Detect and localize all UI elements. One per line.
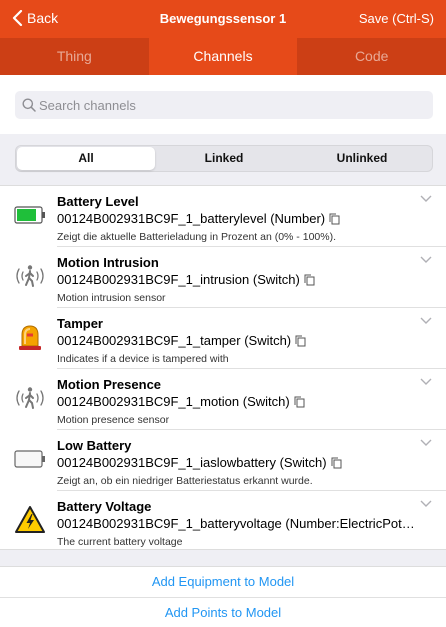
copy-icon[interactable] xyxy=(294,396,305,408)
motion-icon xyxy=(12,383,48,413)
high-voltage-icon xyxy=(12,505,48,535)
channel-title: Battery Level xyxy=(57,194,139,209)
add-points-button[interactable]: Add Points to Model xyxy=(0,597,446,627)
chevron-down-icon[interactable] xyxy=(420,500,432,508)
copy-icon[interactable] xyxy=(329,213,340,225)
list-item[interactable]: Motion Presence 00124B002931BC9F_1_motio… xyxy=(0,369,446,430)
channel-uid-text: 00124B002931BC9F_1_batterylevel (Number) xyxy=(57,211,326,226)
list-item[interactable]: Battery Voltage 00124B002931BC9F_1_batte… xyxy=(0,491,446,552)
channel-filter: All Linked Unlinked xyxy=(15,145,433,172)
filter-linked-button[interactable]: Linked xyxy=(155,147,293,170)
copy-icon[interactable] xyxy=(295,335,306,347)
channel-uid-text: 00124B002931BC9F_1_motion (Switch) xyxy=(57,394,290,409)
channel-title: Battery Voltage xyxy=(57,499,152,514)
list-item[interactable]: Battery Level 00124B002931BC9F_1_battery… xyxy=(0,186,446,247)
channel-title: Motion Intrusion xyxy=(57,255,159,270)
channel-title: Low Battery xyxy=(57,438,132,453)
tab-channels[interactable]: Channels xyxy=(148,38,298,75)
channel-uid: 00124B002931BC9F_1_batterylevel (Number) xyxy=(57,211,340,226)
filter-all-button[interactable]: All xyxy=(17,147,155,170)
channel-description: Indicates if a device is tampered with xyxy=(57,353,229,365)
channel-description: The current battery voltage xyxy=(57,536,183,548)
chevron-down-icon[interactable] xyxy=(420,439,432,447)
channel-description: Motion presence sensor xyxy=(57,414,170,426)
add-equipment-button[interactable]: Add Equipment to Model xyxy=(0,567,446,597)
search-box xyxy=(15,91,433,119)
channel-uid-text: 00124B002931BC9F_1_tamper (Switch) xyxy=(57,333,292,348)
tab-thing[interactable]: Thing xyxy=(0,38,149,75)
channel-uid: 00124B002931BC9F_1_batteryvoltage (Numbe… xyxy=(57,516,415,531)
battery-empty-icon xyxy=(12,444,48,474)
model-actions: Add Equipment to Model Add Points to Mod… xyxy=(0,566,446,627)
chevron-down-icon[interactable] xyxy=(420,317,432,325)
channel-description: Zeigt an, ob ein niedriger Batteriestatu… xyxy=(57,475,313,487)
channel-uid-text: 00124B002931BC9F_1_intrusion (Switch) xyxy=(57,272,300,287)
channel-title: Tamper xyxy=(57,316,103,331)
list-item[interactable]: Motion Intrusion 00124B002931BC9F_1_intr… xyxy=(0,247,446,308)
channel-uid-text: 00124B002931BC9F_1_batteryvoltage (Numbe… xyxy=(57,516,415,531)
list-item[interactable]: Low Battery 00124B002931BC9F_1_iaslowbat… xyxy=(0,430,446,491)
filter-unlinked-button[interactable]: Unlinked xyxy=(293,147,431,170)
copy-icon[interactable] xyxy=(304,274,315,286)
channel-list: Battery Level 00124B002931BC9F_1_battery… xyxy=(0,185,446,550)
chevron-down-icon[interactable] xyxy=(420,256,432,264)
motion-icon xyxy=(12,261,48,291)
channel-uid: 00124B002931BC9F_1_iaslowbattery (Switch… xyxy=(57,455,342,470)
list-item[interactable]: Tamper 00124B002931BC9F_1_tamper (Switch… xyxy=(0,308,446,369)
channel-uid-text: 00124B002931BC9F_1_iaslowbattery (Switch… xyxy=(57,455,327,470)
channel-uid: 00124B002931BC9F_1_tamper (Switch) xyxy=(57,333,306,348)
tab-bar: Thing Channels Code xyxy=(0,38,446,75)
channel-uid: 00124B002931BC9F_1_intrusion (Switch) xyxy=(57,272,315,287)
channel-uid: 00124B002931BC9F_1_motion (Switch) xyxy=(57,394,305,409)
tab-code[interactable]: Code xyxy=(297,38,446,75)
channel-description: Zeigt die aktuelle Batterieladung in Pro… xyxy=(57,231,336,243)
channel-description: Motion intrusion sensor xyxy=(57,292,166,304)
save-button[interactable]: Save (Ctrl-S) xyxy=(359,11,434,26)
chevron-down-icon[interactable] xyxy=(420,195,432,203)
battery-full-icon xyxy=(12,200,48,230)
search-bar xyxy=(0,75,446,134)
search-input[interactable] xyxy=(39,91,419,119)
alarm-siren-icon xyxy=(12,322,48,352)
navbar: Back Bewegungssensor 1 Save (Ctrl-S) xyxy=(0,0,446,38)
copy-icon[interactable] xyxy=(331,457,342,469)
channel-title: Motion Presence xyxy=(57,377,162,392)
chevron-down-icon[interactable] xyxy=(420,378,432,386)
search-icon xyxy=(22,98,36,112)
